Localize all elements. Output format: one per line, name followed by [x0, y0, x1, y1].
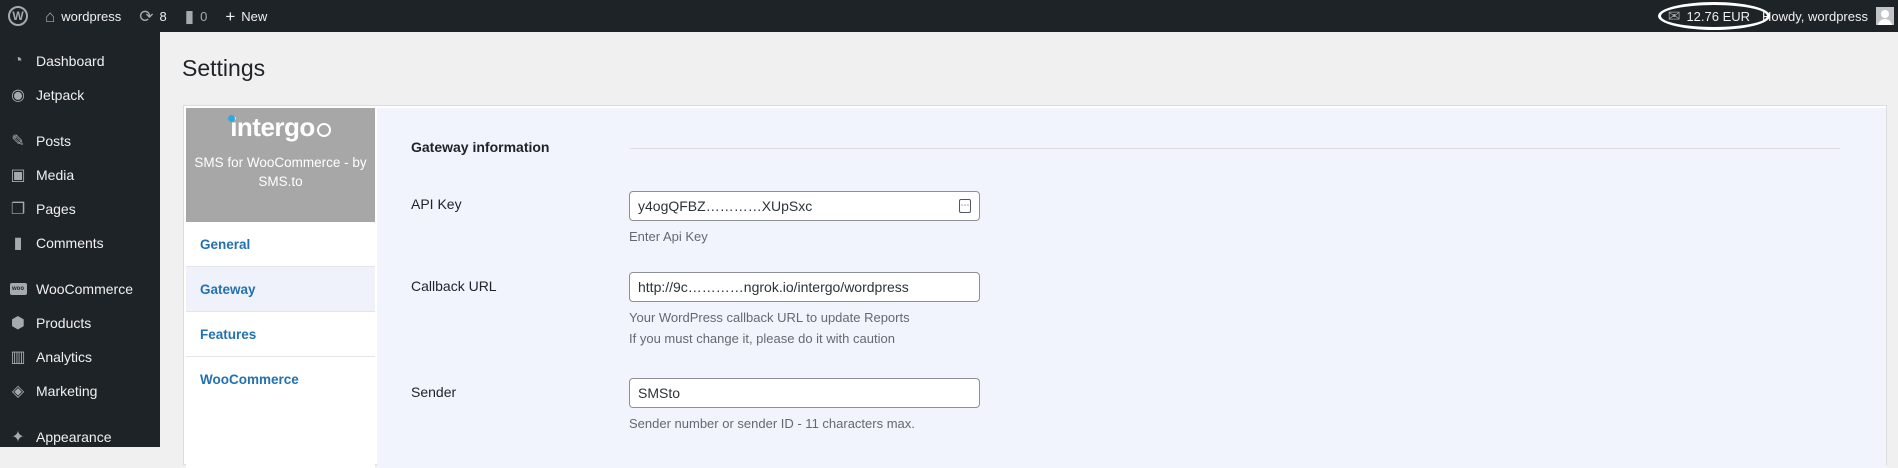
- section-title: Gateway information: [411, 139, 550, 155]
- site-name-link[interactable]: ⌂ wordpress: [36, 0, 130, 32]
- sidebar-item-label: Comments: [36, 235, 104, 251]
- tab-gateway[interactable]: Gateway: [186, 267, 375, 312]
- howdy-label: Howdy, wordpress: [1762, 8, 1868, 24]
- callback-url-value: http://9c…………ngrok.io/intergo/wordpress: [638, 279, 909, 295]
- sidebar-item-label: Marketing: [36, 383, 98, 399]
- site-name-label: wordpress: [61, 8, 122, 24]
- appearance-icon: ✦: [11, 429, 25, 446]
- sms-balance[interactable]: ✉ 12.76 EUR: [1656, 0, 1770, 32]
- page-title: Settings: [182, 55, 266, 81]
- settings-box: intergo SMS for WooCommerce - by SMS.to …: [183, 105, 1887, 468]
- tab-general[interactable]: General: [186, 222, 375, 267]
- comments-icon: ▮: [13, 235, 23, 252]
- plus-icon: +: [225, 6, 236, 26]
- comments-link[interactable]: ▮ 0: [176, 0, 217, 32]
- callback-url-label: Callback URL: [411, 278, 497, 294]
- sidebar-item-posts[interactable]: ✎ Posts: [0, 124, 160, 158]
- updates-icon: ⟳: [139, 6, 154, 26]
- sidebar-item-comments[interactable]: ▮ Comments: [0, 226, 160, 260]
- media-icon: ▣: [10, 167, 26, 184]
- logo-arc-icon: [316, 123, 331, 137]
- products-icon: ⬢: [11, 315, 25, 332]
- sidebar-item-jetpack[interactable]: ◉ Jetpack: [0, 78, 160, 112]
- callback-url-warning: If you must change it, please do it with…: [629, 331, 895, 346]
- my-account-link[interactable]: Howdy, wordpress: [1762, 0, 1898, 32]
- sidebar-item-products[interactable]: ⬢ Products: [0, 306, 160, 340]
- tab-features[interactable]: Features: [186, 312, 375, 357]
- password-manager-icon[interactable]: ⋯: [959, 199, 971, 213]
- sidebar-item-label: Media: [36, 167, 75, 183]
- sender-description: Sender number or sender ID - 11 characte…: [629, 416, 915, 431]
- callback-url-description: Your WordPress callback URL to update Re…: [629, 310, 910, 325]
- sidebar-item-media[interactable]: ▣ Media: [0, 158, 160, 192]
- pages-icon: ❐: [10, 201, 26, 218]
- updates-link[interactable]: ⟳ 8: [130, 0, 175, 32]
- marketing-icon: ◈: [11, 383, 25, 400]
- logo-text: intergo: [230, 112, 315, 142]
- woo-icon: woo: [8, 279, 28, 299]
- api-key-input[interactable]: y4ogQFBZ…………XUpSxc ⋯: [629, 191, 980, 221]
- comments-count: 0: [200, 8, 208, 24]
- sidebar-item-label: Jetpack: [36, 87, 85, 103]
- sender-input[interactable]: SMSto: [629, 378, 980, 408]
- sidebar-item-marketing[interactable]: ◈ Marketing: [0, 374, 160, 408]
- dashboard-icon: ◔: [13, 52, 23, 69]
- sidebar-item-label: Appearance: [36, 429, 112, 445]
- sidebar-item-woocommerce[interactable]: woo WooCommerce: [0, 272, 160, 306]
- plugin-subtitle: SMS for WooCommerce - by SMS.to: [194, 155, 367, 189]
- api-key-value: y4ogQFBZ…………XUpSxc: [638, 198, 813, 214]
- tab-woocommerce[interactable]: WooCommerce: [186, 357, 375, 402]
- api-key-label: API Key: [411, 196, 462, 212]
- analytics-icon: ▥: [10, 349, 26, 366]
- admin-sidebar: ◔ Dashboard ◉ Jetpack ✎ Posts ▣ Media ❐ …: [0, 32, 160, 447]
- callback-url-input[interactable]: http://9c…………ngrok.io/intergo/wordpress: [629, 272, 980, 302]
- updates-count: 8: [159, 8, 167, 24]
- gateway-form: Gateway information API Key y4ogQFBZ……………: [377, 108, 1886, 468]
- sidebar-item-appearance[interactable]: ✦ Appearance: [0, 420, 160, 454]
- plugin-nav: intergo SMS for WooCommerce - by SMS.to …: [186, 108, 375, 468]
- section-divider: [630, 148, 1840, 149]
- sidebar-item-dashboard[interactable]: ◔ Dashboard: [0, 44, 160, 78]
- comment-icon: ▮: [184, 6, 195, 26]
- sidebar-item-analytics[interactable]: ▥ Analytics: [0, 340, 160, 374]
- sidebar-item-label: Dashboard: [36, 53, 105, 69]
- wordpress-logo-icon: W: [8, 6, 28, 26]
- sidebar-item-label: WooCommerce: [36, 281, 133, 297]
- intergo-logo: intergo: [228, 108, 331, 143]
- admin-bar: W ⌂ wordpress ⟳ 8 ▮ 0 + New ✉ 12.76 EUR …: [0, 0, 1898, 32]
- avatar: [1876, 7, 1894, 25]
- wordpress-logo-menu[interactable]: W: [0, 0, 36, 32]
- plugin-brand: intergo SMS for WooCommerce - by SMS.to: [186, 108, 375, 222]
- api-key-description: Enter Api Key: [629, 229, 708, 244]
- main-content: Settings intergo SMS for WooCommerce - b…: [160, 32, 1898, 468]
- jetpack-icon: ◉: [11, 87, 25, 104]
- new-content-link[interactable]: + New: [216, 0, 276, 32]
- sidebar-item-label: Analytics: [36, 349, 93, 365]
- sender-value: SMSto: [638, 385, 681, 401]
- sidebar-item-label: Pages: [36, 201, 76, 217]
- new-label: New: [241, 8, 268, 24]
- home-icon: ⌂: [45, 6, 56, 26]
- sidebar-item-label: Products: [36, 315, 92, 331]
- highlight-oval: [1657, 2, 1770, 30]
- sender-label: Sender: [411, 384, 457, 400]
- pin-icon: ✎: [11, 133, 25, 150]
- sidebar-item-label: Posts: [36, 133, 72, 149]
- sidebar-item-pages[interactable]: ❐ Pages: [0, 192, 160, 226]
